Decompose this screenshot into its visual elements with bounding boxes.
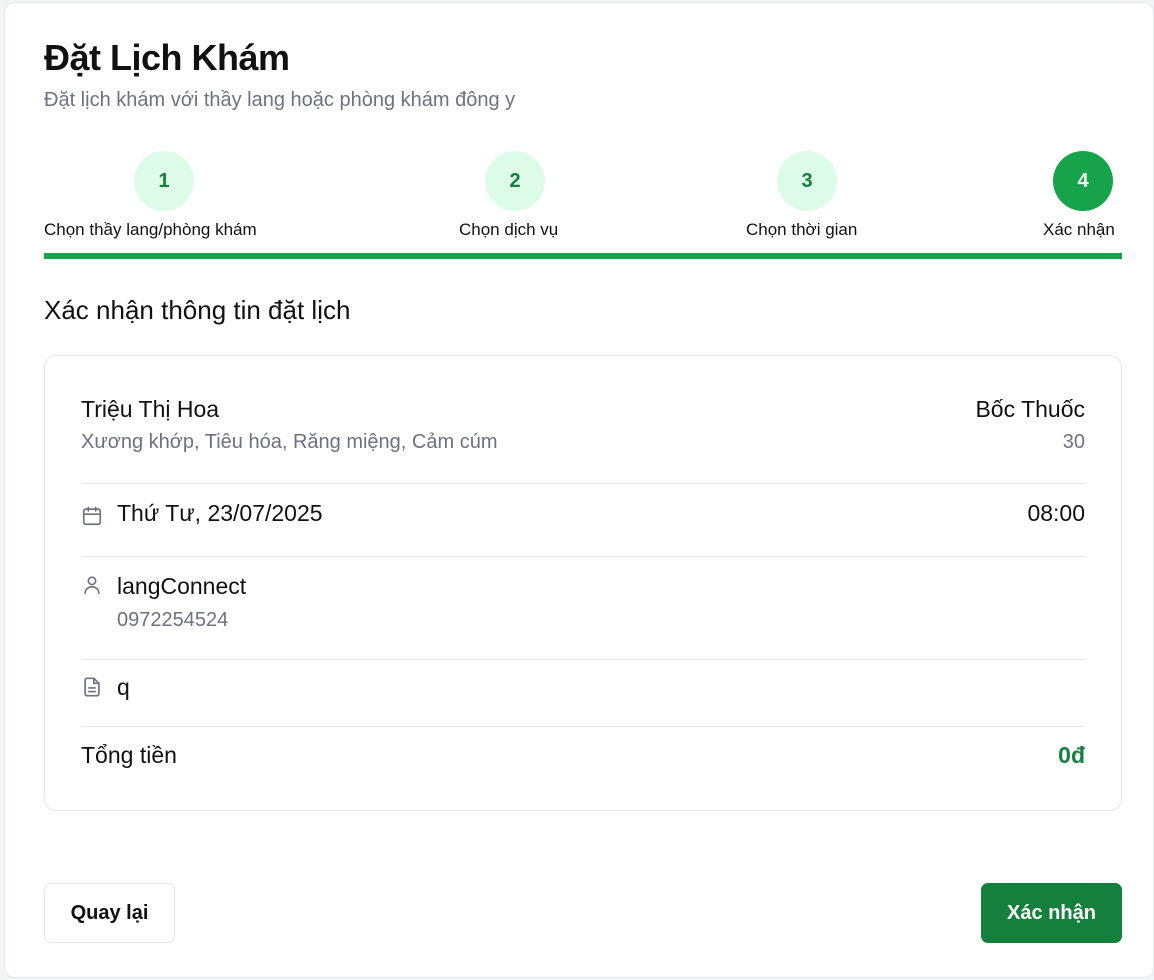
appointment-date: Thứ Tư, 23/07/2025 <box>117 500 323 526</box>
divider <box>81 556 1085 557</box>
step-4-label: Xác nhận <box>1043 220 1115 239</box>
progress-fill <box>44 253 1122 259</box>
step-2-circle: 2 <box>485 151 545 211</box>
step-3-label: Chọn thời gian <box>746 220 858 239</box>
service-value: 30 <box>1062 431 1085 453</box>
datetime-row: Thứ Tư, 23/07/2025 08:00 <box>81 499 1085 533</box>
confirm-button[interactable]: Xác nhận <box>981 883 1122 943</box>
divider <box>81 483 1085 484</box>
appointment-time: 08:00 <box>1027 500 1085 526</box>
step-1-label: Chọn thầy lang/phòng khám <box>44 220 257 239</box>
practitioner-row: Triệu Thị Hoa Xương khớp, Tiêu hóa, Răng… <box>81 396 1085 456</box>
page-title: Đặt Lịch Khám <box>44 37 290 78</box>
total-row: Tổng tiền 0đ <box>81 742 1085 776</box>
practitioner-name: Triệu Thị Hoa <box>81 396 220 422</box>
divider <box>81 726 1085 727</box>
service-name: Bốc Thuốc <box>975 396 1085 422</box>
document-icon <box>84 677 100 697</box>
step-2-label: Chọn dịch vụ <box>459 220 559 239</box>
back-button[interactable]: Quay lại <box>44 883 175 943</box>
total-value: 0đ <box>1058 742 1085 768</box>
step-1-circle: 1 <box>134 151 194 211</box>
patient-name: langConnect <box>117 573 247 599</box>
patient-row: langConnect 0972254524 <box>81 572 1085 636</box>
note-row: q <box>81 674 1085 708</box>
booking-summary: Triệu Thị Hoa Xương khớp, Tiêu hóa, Răng… <box>44 355 1122 811</box>
total-label: Tổng tiền <box>81 742 177 768</box>
step-3-circle: 3 <box>777 151 837 211</box>
section-title: Xác nhận thông tin đặt lịch <box>44 295 351 325</box>
patient-phone: 0972254524 <box>117 609 229 631</box>
calendar-icon <box>82 506 102 526</box>
note-text: q <box>117 674 130 700</box>
practitioner-specialties: Xương khớp, Tiêu hóa, Răng miệng, Cảm cú… <box>81 431 498 453</box>
step-4-circle: 4 <box>1053 151 1113 211</box>
divider <box>81 659 1085 660</box>
user-icon <box>84 576 100 595</box>
progress-bar <box>44 253 1122 259</box>
booking-card: Đặt Lịch Khám Đặt lịch khám với thầy lan… <box>4 2 1154 978</box>
page-subtitle: Đặt lịch khám với thầy lang hoặc phòng k… <box>44 89 516 111</box>
